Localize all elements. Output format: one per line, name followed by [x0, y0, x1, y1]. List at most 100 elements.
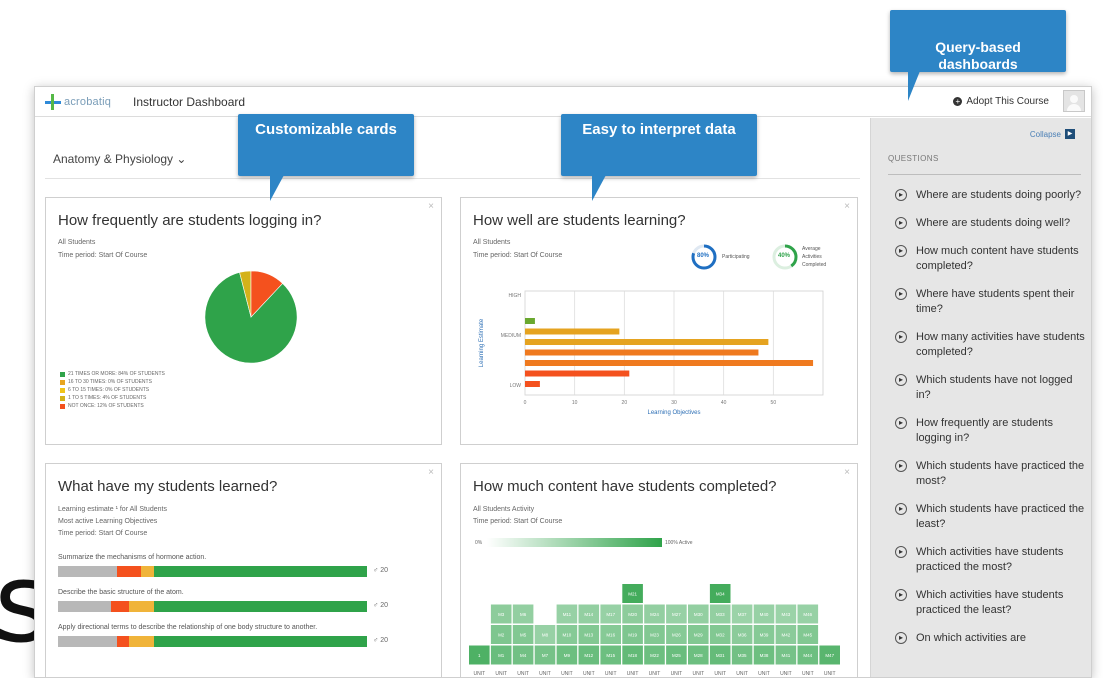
question-item[interactable]: ▸ Which students have practiced the least…	[895, 502, 1085, 532]
objective-bar[interactable]	[58, 636, 367, 647]
heatmap-cell-label: M27	[672, 612, 681, 617]
logo-text: acrobatiq	[64, 96, 112, 108]
bar	[525, 381, 540, 387]
unit-label: UNIT	[802, 671, 814, 677]
objective-bar-segment	[129, 636, 154, 647]
heatmap-cell-label: M14	[584, 612, 593, 617]
student-count: ♂ 20	[373, 637, 388, 644]
heatmap-cell-label: M39	[760, 633, 769, 638]
adopt-course-label: Adopt This Course	[966, 96, 1049, 107]
bar	[525, 328, 620, 335]
callout-text: Easy to interpret data	[582, 121, 736, 138]
heatmap-cell-label: M29	[694, 633, 703, 638]
heatmap-cell-label: M16	[606, 633, 615, 638]
heatmap-cell-label: M24	[650, 612, 659, 617]
question-label: Which activities have students practiced…	[916, 546, 1064, 573]
learning-card[interactable]: × How well are students learning? All St…	[460, 197, 858, 445]
acrobatiq-logo[interactable]: acrobatiq	[45, 94, 111, 110]
objective-bar[interactable]	[58, 601, 367, 612]
login-pie-chart	[204, 270, 298, 364]
completed-label-1: Average	[802, 246, 821, 252]
question-item[interactable]: ▸ Where are students doing poorly?	[895, 188, 1085, 203]
circle-arrow-icon: ▸	[895, 546, 907, 558]
objective-label: Apply directional terms to describe the …	[58, 624, 318, 631]
heatmap-cell-label: M47	[825, 653, 834, 658]
collapse-button[interactable]: Collapse ▶	[1030, 129, 1075, 139]
question-label: How frequently are students logging in?	[916, 417, 1053, 444]
heatmap-cell-label: M25	[672, 653, 681, 658]
heatmap-cell-label: M33	[716, 612, 725, 617]
scale-min-label: 0%	[475, 540, 483, 546]
heatmap-cell-label: M7	[542, 653, 549, 658]
heatmap-cell-label: M37	[738, 612, 747, 617]
unit-label: UNIT	[649, 671, 661, 677]
close-icon[interactable]: ×	[844, 201, 850, 212]
heatmap-cell-label: M36	[738, 633, 747, 638]
adopt-course-button[interactable]: + Adopt This Course	[953, 96, 1049, 107]
heatmap-cell-label: M18	[628, 653, 637, 658]
heatmap-cell-label: M32	[716, 633, 725, 638]
avatar[interactable]	[1063, 90, 1085, 112]
main-content: Anatomy & Physiology ⌄ × How frequently …	[35, 118, 870, 677]
question-item[interactable]: ▸ How much content have students complete…	[895, 244, 1085, 274]
content-completed-card[interactable]: × How much content have students complet…	[460, 463, 858, 677]
heatmap-cell-label: M40	[760, 612, 769, 617]
content-heatmap: 1UNIT1M1M2M3UNIT2M4M5M6UNIT3M7M8UNIT4M9M…	[469, 584, 840, 677]
objective-bar-segment	[153, 601, 367, 612]
question-item[interactable]: ▸ How frequently are students logging in?	[895, 416, 1085, 446]
close-icon[interactable]: ×	[844, 467, 850, 478]
callout-pointer	[270, 175, 284, 201]
circle-arrow-icon: ▸	[895, 245, 907, 257]
heatmap-cell-label: M1	[498, 653, 505, 658]
learned-card[interactable]: × What have my students learned? Learnin…	[45, 463, 442, 677]
question-label: Which students have practiced the least?	[916, 503, 1085, 530]
objective-bar-segment	[58, 636, 117, 647]
question-item[interactable]: ▸ Where are students doing well?	[895, 216, 1085, 231]
legend-label: 6 TO 15 TIMES: 0% OF STUDENTS	[68, 387, 150, 393]
question-item[interactable]: ▸ Which activities have students practice…	[895, 545, 1085, 575]
estimate-line: Learning estimate ¹ for All Students	[58, 506, 167, 513]
x-tick-label: 20	[622, 400, 628, 406]
completed-label-3: Completed	[802, 262, 827, 268]
y-axis-label: Learning Estimate	[479, 318, 485, 367]
questions-heading: QUESTIONS	[888, 154, 939, 163]
bar	[525, 339, 769, 345]
objective-label: Describe the basic structure of the atom…	[58, 589, 184, 596]
card-scope: All Students Activity	[473, 506, 535, 513]
heatmap-cell-label: M11	[563, 612, 572, 617]
legend-item: NOT ONCE: 12% OF STUDENTS	[60, 402, 165, 410]
callout-easy-data: Easy to interpret data	[561, 114, 757, 176]
unit-label: UNIT	[495, 671, 507, 677]
card-period: Time period: Start Of Course	[58, 252, 148, 259]
question-item[interactable]: ▸ Which students have practiced the most?	[895, 459, 1085, 489]
close-icon[interactable]: ×	[428, 201, 434, 212]
app-title: Instructor Dashboard	[133, 95, 246, 109]
completed-label-2: Activities	[802, 254, 822, 260]
x-axis-label: Learning Objectives	[647, 410, 700, 416]
legend-label: 21 TIMES OR MORE: 84% OF STUDENTS	[68, 371, 165, 377]
question-item[interactable]: ▸ Which students have not logged in?	[895, 373, 1085, 403]
question-item[interactable]: ▸ On which activities are	[895, 631, 1085, 646]
student-count: ♂ 20	[373, 602, 388, 609]
close-icon[interactable]: ×	[428, 467, 434, 478]
questions-divider	[888, 174, 1081, 175]
question-item[interactable]: ▸ How many activities have students compl…	[895, 330, 1085, 360]
heatmap-cell-label: M44	[803, 653, 812, 658]
unit-label: UNIT	[605, 671, 617, 677]
heatmap-cell-label: M42	[782, 633, 791, 638]
heatmap-cell-label: M2	[498, 633, 505, 638]
y-level-label: HIGH	[509, 293, 522, 299]
card-scope: All Students	[58, 239, 96, 246]
plus-icon: +	[953, 97, 963, 106]
card-scope: All Students	[473, 239, 511, 246]
objective-bar[interactable]	[58, 566, 367, 577]
question-label: How much content have students completed…	[916, 245, 1079, 272]
question-item[interactable]: ▸ Which activities have students practice…	[895, 588, 1085, 618]
circle-arrow-icon: ▸	[895, 374, 907, 386]
unit-label: UNIT	[692, 671, 704, 677]
course-selector[interactable]: Anatomy & Physiology ⌄	[53, 152, 186, 166]
question-item[interactable]: ▸ Where have students spent their time?	[895, 287, 1085, 317]
legend-item: 1 TO 5 TIMES: 4% OF STUDENTS	[60, 394, 165, 402]
callout-pointer	[592, 175, 606, 201]
login-frequency-card[interactable]: × How frequently are students logging in…	[45, 197, 442, 445]
